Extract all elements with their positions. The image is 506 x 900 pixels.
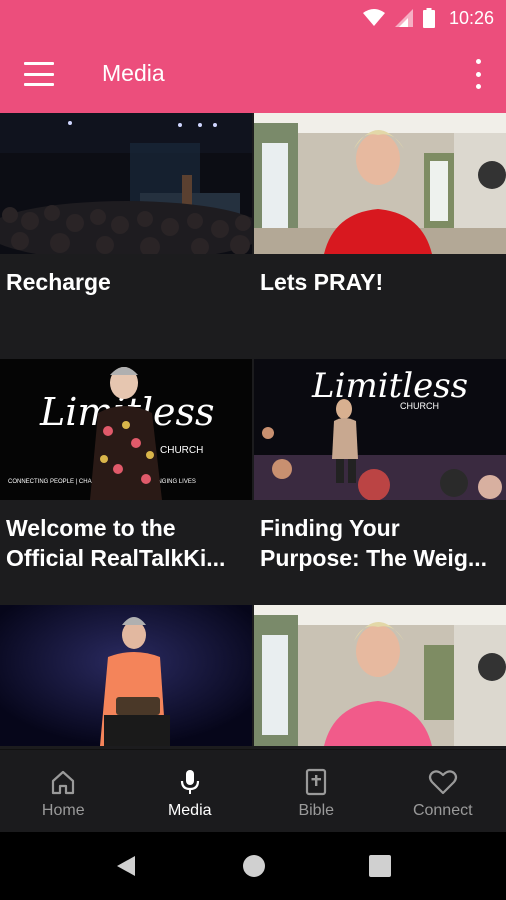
- media-card[interactable]: [254, 605, 506, 749]
- church-logo-text: CHURCH: [160, 445, 203, 456]
- hamburger-icon: [24, 62, 54, 65]
- more-vert-icon: [475, 59, 481, 64]
- app-bar: Media: [0, 36, 506, 113]
- hamburger-line: [24, 83, 54, 86]
- bottom-nav: Home Media Bible Connect: [0, 749, 506, 832]
- media-thumbnail: [0, 113, 252, 254]
- nav-label: Home: [41, 802, 85, 819]
- menu-button[interactable]: [24, 62, 54, 86]
- nav-item-connect[interactable]: Connect: [380, 750, 506, 832]
- media-card[interactable]: Limitless CHURCH CONNECTING PEOPLE | CHA…: [0, 359, 252, 599]
- overflow-menu-button[interactable]: [472, 59, 484, 89]
- recents-icon[interactable]: [369, 855, 391, 877]
- hamburger-line: [24, 72, 54, 76]
- nav-label: Bible: [298, 802, 335, 819]
- nav-item-media[interactable]: Media: [127, 750, 254, 832]
- status-time: 10:26: [448, 7, 494, 28]
- media-grid: Recharge Lets PRAY! CHURCH CONNECTING PE…: [0, 113, 506, 749]
- home-icon: [52, 770, 75, 795]
- nav-label: Connect: [412, 802, 473, 819]
- media-title: Finding Your Purpose: The Weig...: [260, 515, 488, 571]
- media-thumbnail: Limitless CHURCH: [254, 359, 506, 500]
- battery-icon: [422, 8, 435, 28]
- system-nav-bar: [0, 832, 506, 900]
- heart-icon: [428, 770, 457, 795]
- nav-item-home[interactable]: Home: [0, 750, 127, 832]
- limitless-logo: Limitless: [311, 366, 468, 406]
- page-title: Media: [102, 60, 165, 86]
- media-card[interactable]: Lets PRAY!: [254, 113, 506, 353]
- back-icon[interactable]: [115, 854, 137, 878]
- media-thumbnail: [254, 605, 506, 746]
- media-card[interactable]: Limitless CHURCH Finding Your Purpose: T…: [254, 359, 506, 599]
- microphone-icon: [180, 770, 199, 794]
- nav-label: Media: [167, 802, 212, 819]
- media-title: Lets PRAY!: [260, 269, 384, 295]
- more-vert-dot: [475, 71, 481, 77]
- media-title: Recharge: [6, 269, 111, 295]
- nav-item-bible[interactable]: Bible: [253, 750, 380, 832]
- media-thumbnail: [254, 113, 506, 254]
- home-button-icon[interactable]: [242, 854, 266, 878]
- wifi-icon: [362, 9, 385, 26]
- status-bar: 10:26: [0, 0, 506, 36]
- cell-signal-icon: [394, 9, 413, 27]
- media-thumbnail: [0, 605, 252, 746]
- bible-icon: [306, 768, 327, 796]
- church-logo-text: CHURCH: [400, 401, 439, 411]
- media-card[interactable]: Recharge: [0, 113, 252, 353]
- media-card[interactable]: [0, 605, 252, 749]
- more-vert-dot: [475, 84, 481, 89]
- media-thumbnail: Limitless CHURCH CONNECTING PEOPLE | CHA…: [0, 359, 252, 500]
- media-title: Welcome to the Official RealTalkKi...: [6, 515, 226, 571]
